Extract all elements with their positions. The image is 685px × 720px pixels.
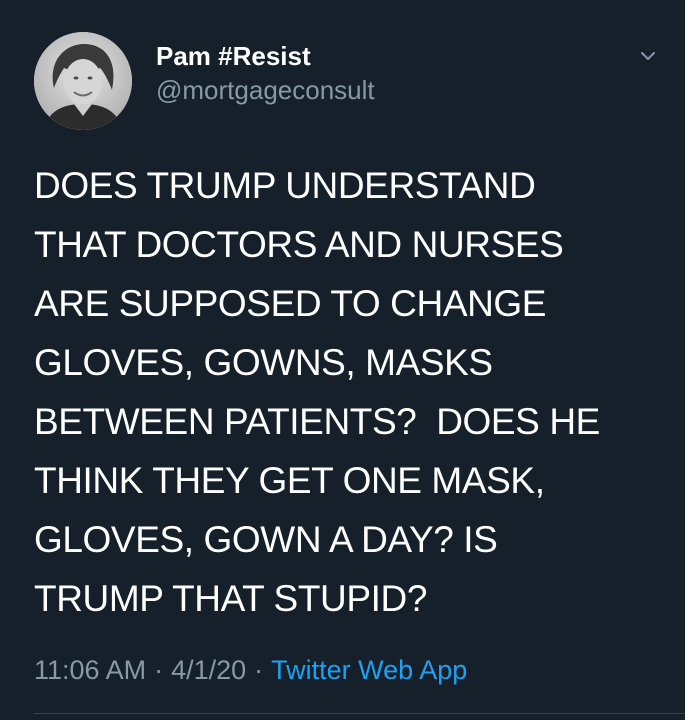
tweet-text-line: THINK THEY GET ONE MASK, <box>34 460 545 501</box>
tweet-text-line: GLOVES, GOWNS, MASKS <box>34 342 493 383</box>
meta-separator: · <box>154 655 164 685</box>
tweet-date[interactable]: 4/1/20 <box>171 655 246 685</box>
tweet-text-line: BETWEEN PATIENTS? DOES HE <box>34 401 600 442</box>
tweet-text-line: GLOVES, GOWN A DAY? IS <box>34 519 498 560</box>
chevron-down-icon[interactable] <box>634 42 662 70</box>
tweet-header: Pam #Resist @mortgageconsult <box>34 32 674 130</box>
user-avatar-photo <box>34 32 132 130</box>
tweet-text-line: DOES TRUMP UNDERSTAND <box>34 165 536 206</box>
author-handle[interactable]: @mortgageconsult <box>156 72 375 108</box>
divider <box>34 713 685 714</box>
avatar[interactable] <box>34 32 132 130</box>
tweet-time[interactable]: 11:06 AM <box>34 655 146 685</box>
tweet-text-line: TRUMP THAT STUPID? <box>34 578 428 619</box>
tweet-text-line: THAT DOCTORS AND NURSES <box>34 224 564 265</box>
tweet-metadata: 11:06 AM · 4/1/20 · Twitter Web App <box>34 652 467 688</box>
author-names: Pam #Resist @mortgageconsult <box>156 40 375 108</box>
author-display-name[interactable]: Pam #Resist <box>156 40 375 72</box>
meta-separator: · <box>254 655 264 685</box>
tweet-text: DOES TRUMP UNDERSTAND THAT DOCTORS AND N… <box>34 156 659 628</box>
tweet-text-line: ARE SUPPOSED TO CHANGE <box>34 283 547 324</box>
tweet-source-link[interactable]: Twitter Web App <box>271 655 467 685</box>
tweet-card: Pam #Resist @mortgageconsult DOES TRUMP … <box>0 0 685 720</box>
